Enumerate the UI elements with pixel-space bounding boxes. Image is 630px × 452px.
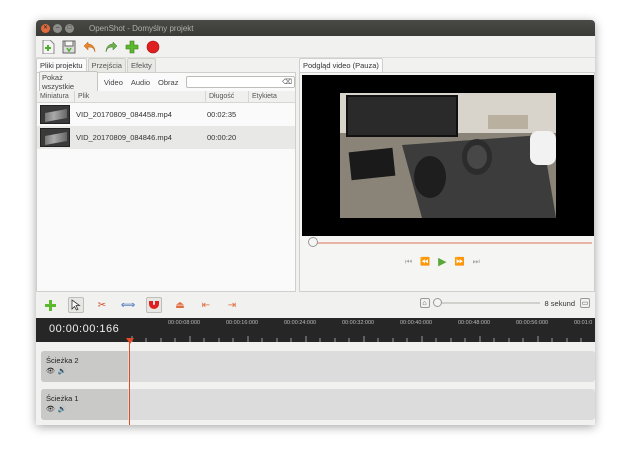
preview-seek-slider[interactable] <box>310 242 592 244</box>
file-name: VID_20170809_084846.mp4 <box>76 133 172 142</box>
playhead-handle[interactable] <box>126 338 134 344</box>
track-controls: 👁 🔊 <box>46 405 67 413</box>
timeline: 00:00:00:166 00:00:08:000 00:00:16:000 0… <box>36 318 595 425</box>
video-thumbnail <box>40 128 70 147</box>
main-toolbar <box>36 36 595 58</box>
filter-video-button[interactable]: Video <box>102 77 125 88</box>
column-file[interactable]: Plik <box>75 91 206 102</box>
project-files-pane: Pliki projektu Przejścia Efekty Pokaż ws… <box>36 58 296 292</box>
close-window-button[interactable]: ✕ <box>41 23 50 33</box>
left-tabs: Pliki projektu Przejścia Efekty <box>36 58 157 72</box>
undo-icon[interactable] <box>82 39 98 55</box>
filter-image-button[interactable]: Obraz <box>156 77 180 88</box>
tab-project-files[interactable]: Pliki projektu <box>36 58 87 72</box>
title-bar: ✕ – □ OpenShot - Domyślny projekt <box>36 20 595 36</box>
jump-start-icon[interactable]: ⏮ <box>405 257 412 267</box>
playhead-line[interactable] <box>129 340 130 425</box>
file-length: 00:02:35 <box>207 110 237 119</box>
eye-icon[interactable]: 👁 <box>46 367 55 375</box>
track-name: Ścieżka 1 <box>46 394 79 403</box>
jump-end-icon[interactable]: ⏭ <box>473 257 480 267</box>
table-row[interactable]: VID_20170809_084846.mp4 00:00:20 <box>37 126 295 149</box>
previous-marker-icon[interactable]: ⇤ <box>198 297 214 313</box>
zoom-in-button[interactable]: ▭ <box>580 298 590 308</box>
project-files-body: Pokaż wszystkie Video Audio Obraz ⌫ Mini… <box>36 71 296 292</box>
track-name: Ścieżka 2 <box>46 356 79 365</box>
track-controls: 👁 🔊 <box>46 367 67 375</box>
import-files-icon[interactable] <box>124 39 140 55</box>
video-preview-pane: Podgląd video (Pauza) ⏮ ⏪ ▶ ⏩ ⏭ <box>299 58 595 292</box>
timeline-ruler[interactable]: 00:00:00:166 00:00:08:000 00:00:16:000 0… <box>36 318 595 342</box>
column-thumbnail[interactable]: Miniatura <box>37 91 75 102</box>
play-icon[interactable]: ▶ <box>438 255 446 268</box>
ruler-ticks <box>131 336 582 342</box>
add-marker-icon[interactable]: ⏏ <box>172 297 188 313</box>
video-frame <box>302 75 594 236</box>
preview-seek-handle[interactable] <box>308 237 318 247</box>
file-name: VID_20170809_084458.mp4 <box>76 110 172 119</box>
video-frame-image <box>302 75 594 236</box>
file-length: 00:00:20 <box>207 133 237 142</box>
filter-show-all-button[interactable]: Pokaż wszystkie <box>39 71 98 93</box>
redo-icon[interactable] <box>103 39 119 55</box>
speaker-icon[interactable]: 🔊 <box>58 367 67 375</box>
tab-transitions[interactable]: Przejścia <box>87 58 126 72</box>
save-project-icon[interactable] <box>61 39 77 55</box>
tab-video-preview[interactable]: Podgląd video (Pauza) <box>299 58 383 72</box>
zoom-label: 8 sekund <box>544 298 575 308</box>
filter-audio-button[interactable]: Audio <box>129 77 152 88</box>
zoom-handle[interactable] <box>432 298 442 307</box>
minimize-window-button[interactable]: – <box>53 23 62 33</box>
file-search-input[interactable]: ⌫ <box>186 76 295 88</box>
next-marker-icon[interactable]: ⇥ <box>224 297 240 313</box>
speaker-icon[interactable]: 🔊 <box>58 405 67 413</box>
record-icon[interactable] <box>145 39 161 55</box>
tab-effects[interactable]: Efekty <box>126 58 156 72</box>
window-title: OpenShot - Domyślny projekt <box>89 23 194 33</box>
snapping-icon[interactable]: ⟺ <box>120 297 136 313</box>
new-project-icon[interactable] <box>40 39 56 55</box>
rewind-icon[interactable]: ⏪ <box>420 257 430 266</box>
track-1[interactable]: Ścieżka 1 👁 🔊 <box>41 389 595 420</box>
magnet-icon[interactable] <box>146 297 162 313</box>
select-tool-icon[interactable] <box>68 297 84 313</box>
fast-forward-icon[interactable]: ⏩ <box>455 257 465 266</box>
main-panes: Pliki projektu Przejścia Efekty Pokaż ws… <box>36 58 595 292</box>
table-row[interactable]: VID_20170809_084458.mp4 00:02:35 <box>37 103 295 126</box>
openshot-window: ✕ – □ OpenShot - Domyślny projekt Pliki … <box>36 20 595 425</box>
playback-controls: ⏮ ⏪ ▶ ⏩ ⏭ <box>405 255 480 268</box>
maximize-window-button[interactable]: □ <box>65 23 74 33</box>
track-2[interactable]: Ścieżka 2 👁 🔊 <box>41 351 595 382</box>
column-length[interactable]: Długość <box>206 91 249 102</box>
eye-icon[interactable]: 👁 <box>46 405 55 413</box>
zoom-slider[interactable] <box>432 298 540 307</box>
razor-tool-icon[interactable]: ✂ <box>94 297 110 313</box>
add-track-icon[interactable] <box>42 297 58 313</box>
video-preview-area: ⏮ ⏪ ▶ ⏩ ⏭ <box>299 72 595 292</box>
file-filter-bar: Pokaż wszystkie Video Audio Obraz ⌫ <box>39 71 295 93</box>
files-table: Miniatura Plik Długość Etykieta VID_2017… <box>37 91 295 149</box>
files-table-header: Miniatura Plik Długość Etykieta <box>37 91 295 103</box>
zoom-out-button[interactable]: ⌂ <box>419 298 430 308</box>
timeline-zoom: ⌂ 8 sekund ▭ <box>419 298 590 308</box>
column-tag[interactable]: Etykieta <box>249 91 295 102</box>
track-header[interactable]: Ścieżka 2 👁 🔊 <box>41 351 128 382</box>
clear-search-icon[interactable]: ⌫ <box>282 78 292 86</box>
preview-tabs: Podgląd video (Pauza) <box>299 58 384 72</box>
track-header[interactable]: Ścieżka 1 👁 🔊 <box>41 389 128 420</box>
video-thumbnail <box>40 105 70 124</box>
